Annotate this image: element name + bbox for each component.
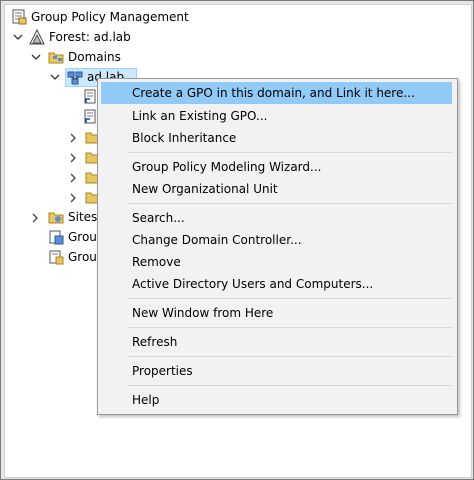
chevron-down-icon[interactable] — [11, 27, 25, 47]
chevron-right-icon[interactable] — [67, 167, 81, 187]
domains-folder-icon — [48, 49, 64, 65]
tree-node-gpo-link[interactable] — [5, 107, 96, 127]
menu-item-new-ou[interactable]: New Organizational Unit — [101, 178, 452, 200]
chevron-down-icon[interactable] — [48, 67, 62, 87]
menu-item-aduc[interactable]: Active Directory Users and Computers... — [101, 273, 452, 295]
tree-label-results: Grou — [68, 250, 97, 264]
tree-label-modeling: Grou — [68, 230, 97, 244]
menu-item-search[interactable]: Search... — [101, 207, 452, 229]
menu-item-refresh[interactable]: Refresh — [101, 331, 452, 353]
context-menu: Create a GPO in this domain, and Link it… — [97, 78, 458, 415]
menu-separator — [128, 152, 452, 153]
chevron-right-icon[interactable] — [67, 127, 81, 147]
console-tree-pane: Group Policy Management Forest: ad.lab D… — [4, 4, 472, 478]
chevron-right-icon[interactable] — [67, 147, 81, 167]
menu-separator — [128, 327, 452, 328]
menu-item-create-gpo[interactable]: Create a GPO in this domain, and Link it… — [101, 82, 452, 104]
chevron-right-icon[interactable] — [67, 187, 81, 207]
menu-separator — [128, 385, 452, 386]
menu-item-new-window[interactable]: New Window from Here — [101, 302, 452, 324]
menu-item-link-gpo[interactable]: Link an Existing GPO... — [101, 105, 452, 127]
menu-separator — [128, 203, 452, 204]
sites-icon — [48, 209, 64, 225]
tree-node-gpo-link[interactable] — [5, 87, 96, 107]
tree-label-forest: Forest: ad.lab — [49, 30, 131, 44]
menu-item-change-dc[interactable]: Change Domain Controller... — [101, 229, 452, 251]
tree-node-ou[interactable] — [5, 167, 101, 187]
tree-node-modeling[interactable]: Grou — [5, 227, 97, 247]
chevron-right-icon[interactable] — [29, 207, 43, 227]
menu-item-help[interactable]: Help — [101, 389, 452, 411]
forest-icon — [29, 29, 45, 45]
domain-icon — [67, 69, 83, 85]
tree-node-ou[interactable] — [5, 187, 101, 207]
menu-item-modeling-wizard[interactable]: Group Policy Modeling Wizard... — [101, 156, 452, 178]
tree-node-domains[interactable]: Domains — [5, 47, 465, 67]
tree-node-ou[interactable] — [5, 127, 101, 147]
tree-node-root[interactable]: Group Policy Management — [5, 7, 465, 27]
tree-label-root: Group Policy Management — [31, 10, 189, 24]
tree-label-domains: Domains — [68, 50, 121, 64]
gpm-root-icon — [11, 9, 27, 25]
chevron-down-icon[interactable] — [29, 47, 43, 67]
modeling-icon — [48, 229, 64, 245]
tree-node-sites[interactable]: Sites — [5, 207, 98, 227]
window-frame: Group Policy Management Forest: ad.lab D… — [0, 0, 474, 480]
tree-label-sites: Sites — [68, 210, 98, 224]
menu-separator — [128, 298, 452, 299]
menu-item-remove[interactable]: Remove — [101, 251, 452, 273]
menu-item-properties[interactable]: Properties — [101, 360, 452, 382]
tree-node-results[interactable]: Grou — [5, 247, 97, 267]
results-icon — [48, 249, 64, 265]
tree-node-forest[interactable]: Forest: ad.lab — [5, 27, 465, 47]
menu-item-block-inheritance[interactable]: Block Inheritance — [101, 127, 452, 149]
tree-node-ou[interactable] — [5, 147, 101, 167]
menu-separator — [128, 356, 452, 357]
